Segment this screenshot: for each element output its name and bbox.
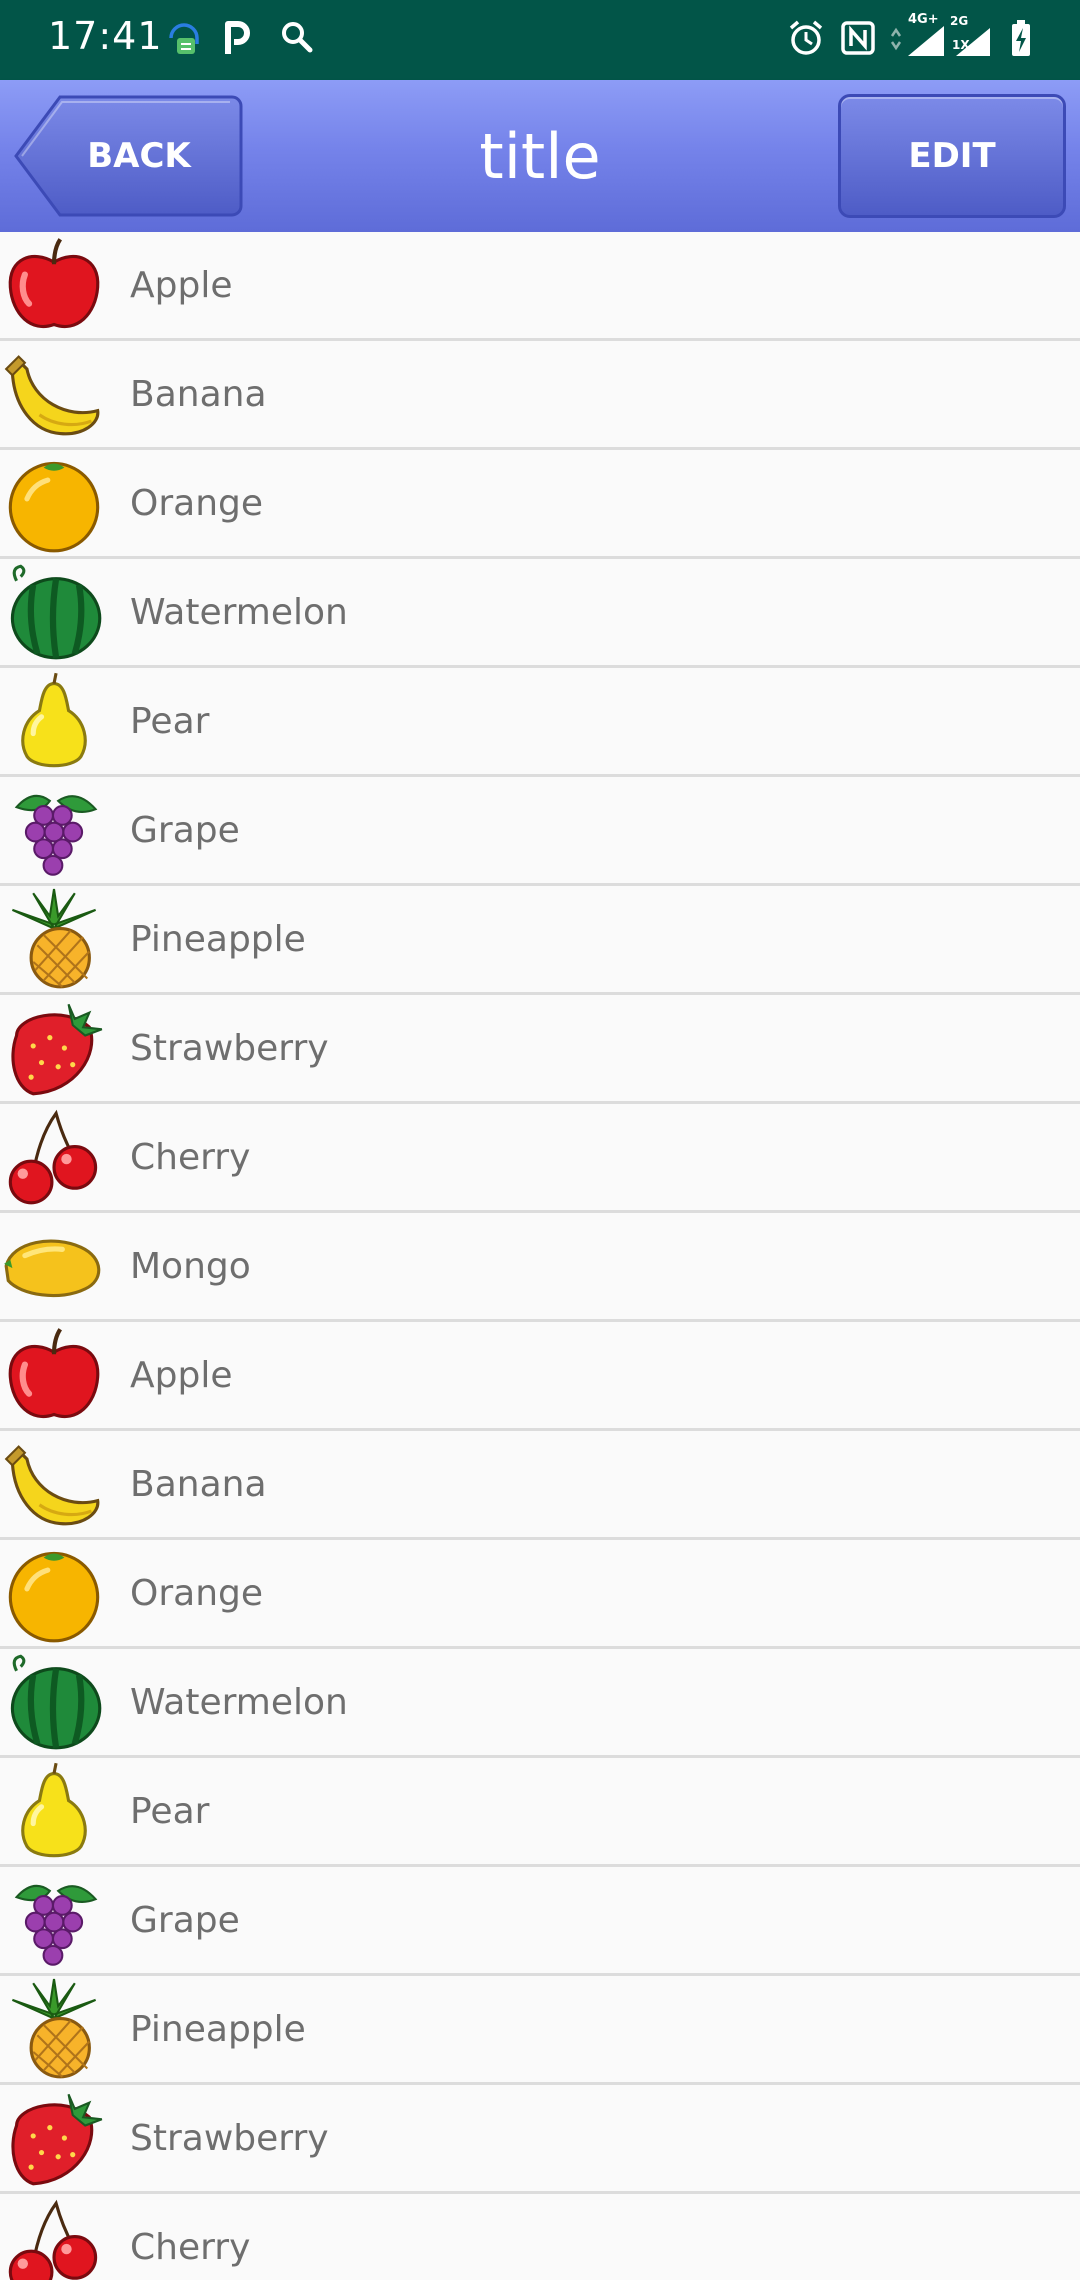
list-item[interactable]: Pear — [0, 668, 1080, 777]
assistant-icon — [166, 18, 202, 62]
apple-icon — [2, 1323, 106, 1427]
list-item-label: Orange — [130, 1572, 264, 1614]
list-item[interactable]: Cherry — [0, 2194, 1080, 2280]
pineapple-icon — [2, 887, 106, 991]
list-item-label: Grape — [130, 809, 240, 851]
list-item[interactable]: Grape — [0, 1867, 1080, 1976]
apple-icon — [2, 233, 106, 337]
list-item[interactable]: Mongo — [0, 1213, 1080, 1322]
list-item-label: Strawberry — [130, 1027, 329, 1069]
watermelon-icon — [2, 560, 106, 664]
status-bar: 17:41 4G+ 2G 1X — [0, 0, 1080, 80]
list-item-label: Cherry — [130, 1136, 251, 1178]
list-item[interactable]: Strawberry — [0, 2085, 1080, 2194]
list-item-label: Strawberry — [130, 2117, 329, 2159]
list-item[interactable]: Grape — [0, 777, 1080, 886]
cherry-icon — [2, 1105, 106, 1209]
pineapple-icon — [2, 1977, 106, 2081]
list-item-label: Pineapple — [130, 918, 306, 960]
list-item-label: Pear — [130, 700, 210, 742]
signal-2g-icon: 2G 1X — [950, 12, 994, 64]
pear-icon — [2, 669, 106, 773]
list-item[interactable]: Orange — [0, 1540, 1080, 1649]
list-item[interactable]: Cherry — [0, 1104, 1080, 1213]
search-icon — [280, 18, 314, 62]
nfc-icon — [838, 18, 878, 62]
list-item-label: Banana — [130, 1463, 267, 1505]
orange-icon — [2, 1541, 106, 1645]
list-item-label: Grape — [130, 1899, 240, 1941]
list-item-label: Pineapple — [130, 2008, 306, 2050]
list-item[interactable]: Banana — [0, 1431, 1080, 1540]
list-item[interactable]: Pineapple — [0, 1976, 1080, 2085]
orange-icon — [2, 451, 106, 555]
edit-button[interactable]: EDIT — [838, 94, 1066, 218]
alarm-icon — [786, 18, 826, 62]
list-item-label: Mongo — [130, 1245, 251, 1287]
list-item-label: Apple — [130, 264, 233, 306]
data-arrows-icon — [888, 18, 904, 62]
list-item-label: Apple — [130, 1354, 233, 1396]
banana-icon — [2, 1432, 106, 1536]
back-button-label: BACK — [87, 136, 191, 176]
grape-icon — [2, 778, 106, 882]
list-item[interactable]: Apple — [0, 232, 1080, 341]
network-1x-label: 1X — [952, 38, 970, 52]
network-4g-label: 4G+ — [908, 12, 939, 27]
list-item[interactable]: Apple — [0, 1322, 1080, 1431]
banana-icon — [2, 342, 106, 446]
cherry-icon — [2, 2195, 106, 2280]
list-item-label: Watermelon — [130, 1681, 348, 1723]
list-item[interactable]: Watermelon — [0, 1649, 1080, 1758]
list-item[interactable]: Banana — [0, 341, 1080, 450]
p-app-icon — [222, 18, 252, 62]
grape-icon — [2, 1868, 106, 1972]
signal-4g-icon: 4G+ — [904, 12, 948, 64]
fruit-list[interactable]: Apple Banana Orange Watermelon Pear Grap… — [0, 232, 1080, 2280]
network-2g-label: 2G — [950, 14, 969, 28]
list-item[interactable]: Pear — [0, 1758, 1080, 1867]
back-button[interactable]: BACK — [12, 94, 244, 218]
battery-charging-icon — [1008, 18, 1034, 62]
strawberry-icon — [2, 2086, 106, 2190]
app-bar: BACK title EDIT — [0, 80, 1080, 232]
list-item[interactable]: Orange — [0, 450, 1080, 559]
list-item[interactable]: Watermelon — [0, 559, 1080, 668]
status-time: 17:41 — [48, 14, 163, 58]
list-item-label: Pear — [130, 1790, 210, 1832]
page-title: title — [479, 119, 601, 193]
list-item-label: Cherry — [130, 2226, 251, 2268]
list-item-label: Watermelon — [130, 591, 348, 633]
pear-icon — [2, 1759, 106, 1863]
list-item[interactable]: Strawberry — [0, 995, 1080, 1104]
list-item-label: Banana — [130, 373, 267, 415]
watermelon-icon — [2, 1650, 106, 1754]
mango-icon — [2, 1214, 106, 1318]
list-item[interactable]: Pineapple — [0, 886, 1080, 995]
strawberry-icon — [2, 996, 106, 1100]
list-item-label: Orange — [130, 482, 264, 524]
